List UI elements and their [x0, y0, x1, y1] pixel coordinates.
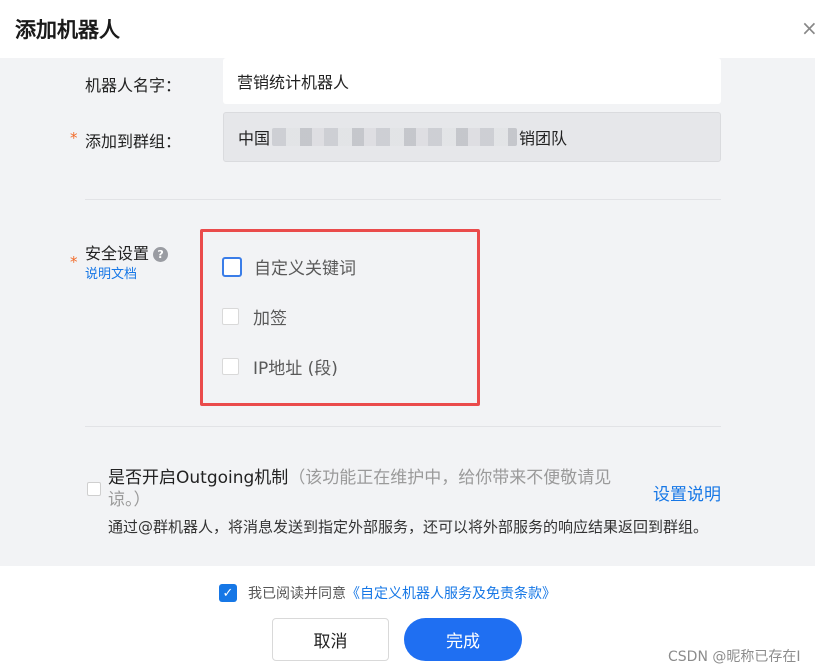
required-mark: * [70, 253, 78, 271]
redacted-group-name [272, 128, 518, 146]
option-custom-keyword[interactable]: 自定义关键词 [222, 254, 356, 279]
settings-link[interactable]: 设置说明 [653, 480, 721, 505]
confirm-button[interactable]: 完成 [404, 618, 522, 661]
agreement-checkbox[interactable]: ✓ [219, 584, 237, 602]
watermark: CSDN @昵称已存在I [668, 649, 801, 665]
terms-link[interactable]: 《自定义机器人服务及免责条款》 [346, 583, 556, 603]
group-label: 添加到群组： [85, 132, 182, 151]
close-icon[interactable]: × [801, 18, 815, 38]
dialog-header: 添加机器人 × [0, 0, 815, 58]
cancel-button[interactable]: 取消 [272, 618, 389, 661]
section-divider [85, 426, 721, 427]
outgoing-title: 是否开启Outgoing机制（该功能正在维护中，给你带来不便敬请见谅。） [108, 467, 628, 511]
group-value-end: 销团队 [519, 129, 568, 148]
agreement-row: ✓ 我已阅读并同意 《自定义机器人服务及免责条款》 [219, 583, 556, 603]
option-label: 自定义关键词 [254, 259, 356, 279]
group-select[interactable]: 中国 销团队 [223, 112, 721, 162]
group-value-start: 中国 [238, 129, 271, 148]
checkbox[interactable] [222, 256, 242, 277]
outgoing-checkbox[interactable] [87, 482, 101, 496]
option-signature[interactable]: 加签 [222, 304, 287, 329]
doc-link[interactable]: 说明文档 [85, 263, 137, 282]
security-label-text: 安全设置 [85, 244, 150, 263]
security-label: 安全设置? [85, 240, 169, 264]
checkbox[interactable] [222, 358, 239, 375]
agreement-text: 我已阅读并同意 [248, 586, 346, 602]
robot-name-label: 机器人名字： [85, 76, 182, 95]
checkbox[interactable] [222, 308, 239, 325]
question-icon[interactable]: ? [153, 247, 169, 262]
robot-name-input[interactable]: 营销统计机器人 [223, 58, 721, 104]
option-label: 加签 [253, 309, 287, 329]
outgoing-description: 通过@群机器人，将消息发送到指定外部服务，还可以将外部服务的响应结果返回到群组。 [108, 518, 709, 536]
section-divider [85, 199, 721, 200]
option-ip-address[interactable]: IP地址 (段) [222, 354, 338, 379]
required-mark: * [70, 129, 78, 147]
outgoing-title-text: 是否开启Outgoing机制 [108, 468, 289, 488]
dialog-title: 添加机器人 [15, 18, 120, 42]
robot-name-value: 营销统计机器人 [237, 73, 350, 92]
option-label: IP地址 (段) [253, 359, 338, 379]
